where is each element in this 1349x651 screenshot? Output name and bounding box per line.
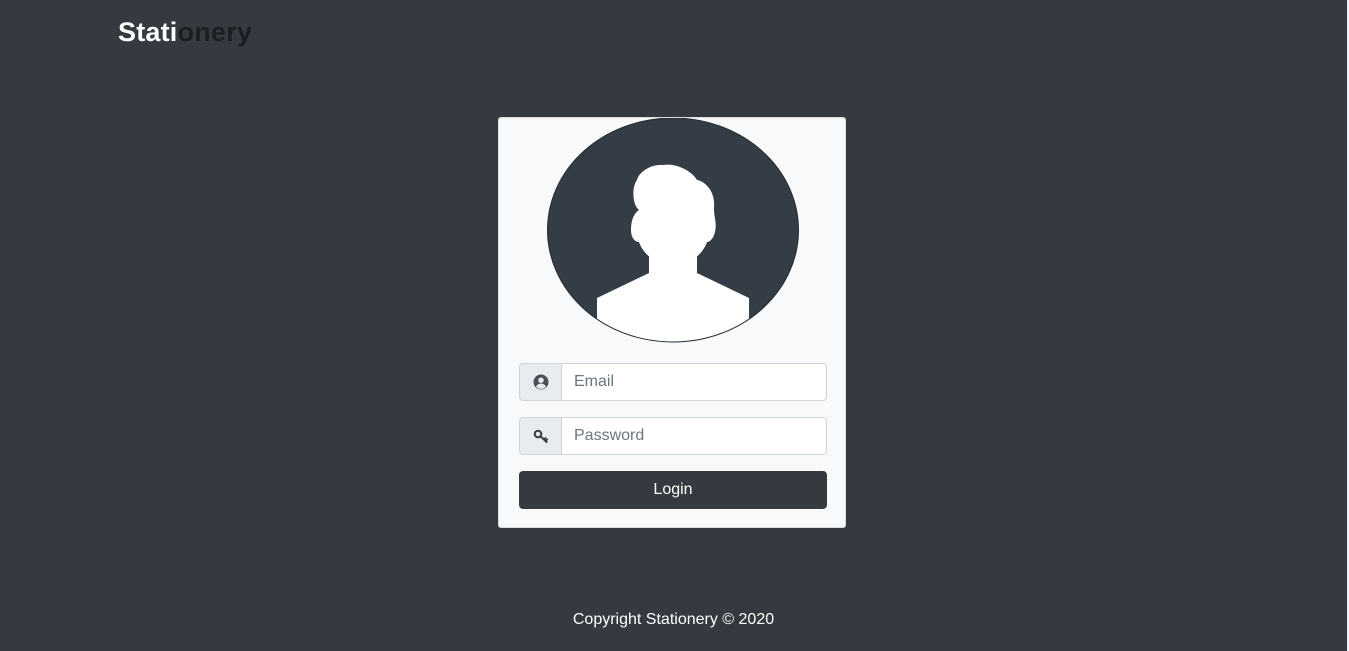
password-addon xyxy=(519,417,561,455)
user-circle-icon xyxy=(533,374,548,390)
brand-logo[interactable]: Stationery xyxy=(118,14,252,50)
email-field[interactable] xyxy=(561,363,827,401)
login-card: Login xyxy=(498,117,846,528)
email-input-group xyxy=(519,363,827,401)
copyright-footer: Copyright Stationery © 2020 xyxy=(572,611,775,628)
password-input-group xyxy=(519,417,827,455)
login-button[interactable]: Login xyxy=(519,471,827,509)
email-addon xyxy=(519,363,561,401)
user-silhouette-icon xyxy=(547,118,799,343)
brand-logo-part-a: Stati xyxy=(118,17,178,47)
key-icon xyxy=(533,429,548,443)
brand-logo-part-b: onery xyxy=(177,17,253,47)
password-field[interactable] xyxy=(561,417,827,455)
